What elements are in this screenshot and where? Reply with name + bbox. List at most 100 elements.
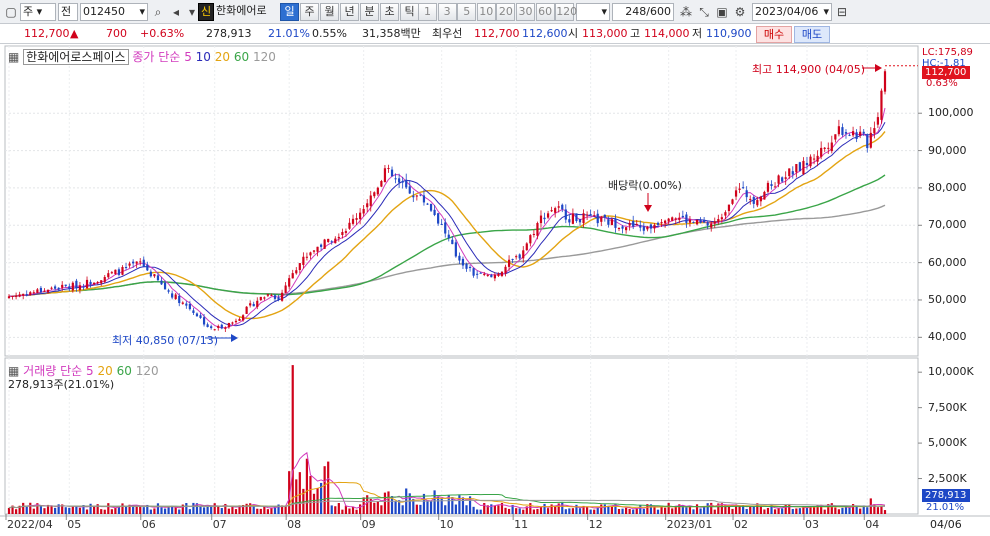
volume-bar — [167, 507, 170, 514]
candle-body — [429, 203, 433, 211]
candle-body — [18, 294, 21, 297]
candle-body — [256, 300, 259, 307]
volume-bar — [256, 508, 259, 514]
ma5-line — [8, 107, 886, 329]
candle-body — [415, 195, 418, 197]
candle-body — [805, 162, 809, 166]
volume-bar — [607, 505, 610, 514]
candle-body — [617, 228, 621, 230]
volume-bar — [266, 509, 269, 514]
candle-body — [585, 214, 589, 216]
candle-body — [710, 223, 713, 228]
candle-body — [518, 254, 521, 259]
candle-body — [507, 259, 511, 267]
price-tick-label: 50,000 — [928, 292, 967, 306]
candle-body — [695, 219, 699, 225]
volume-panel-frame — [4, 357, 919, 515]
candle-body — [724, 212, 727, 216]
candle-body — [160, 280, 163, 285]
candle-body — [288, 278, 291, 287]
time-end-label: 04/06 — [930, 518, 962, 531]
volume-bar — [39, 505, 43, 514]
legend-ma5: 5 — [184, 50, 192, 64]
candle-body — [809, 156, 812, 167]
volume-bar — [713, 509, 716, 514]
candle-body — [43, 290, 46, 292]
candle-body — [461, 258, 465, 266]
candle-body — [284, 285, 287, 293]
vol-tick-label: 10,000K — [928, 365, 974, 379]
volume-bar — [529, 503, 532, 514]
candle-body — [174, 294, 177, 300]
volume-bar — [837, 509, 840, 514]
volume-bar — [738, 505, 741, 514]
volume-bar — [323, 466, 326, 514]
candle-body — [841, 127, 844, 135]
candle-body — [401, 181, 404, 183]
volume-bar — [880, 505, 883, 514]
candle-body — [571, 213, 575, 224]
volume-bar — [43, 508, 46, 514]
candle-body — [770, 184, 773, 186]
volume-bar — [50, 506, 53, 514]
candle-body — [500, 271, 504, 276]
candle-body — [71, 282, 74, 291]
volume-bar — [781, 508, 784, 514]
candle-body — [29, 292, 32, 296]
candle-body — [57, 287, 60, 290]
candle-body — [451, 239, 454, 245]
candle-body — [302, 256, 305, 265]
candle-body — [664, 220, 667, 224]
candle-body — [575, 213, 578, 222]
volume-bar — [156, 503, 160, 514]
candle-body — [252, 303, 255, 307]
legend-name[interactable]: 한화에어로스페이스 — [23, 49, 129, 65]
candle-body — [107, 273, 110, 278]
time-tick-label: 12 — [588, 518, 603, 531]
legend-type: 종가 단순 — [132, 50, 181, 64]
candle-body — [791, 171, 794, 175]
price-volume-chart[interactable] — [0, 0, 990, 536]
candle-body — [820, 147, 823, 157]
candle-body — [596, 213, 599, 224]
volume-bar — [107, 503, 110, 514]
candle-body — [543, 217, 546, 220]
vol-legend-ma60: 60 — [116, 364, 132, 378]
candle-body — [405, 179, 408, 188]
volume-bar — [451, 497, 454, 514]
candle-body — [124, 267, 128, 269]
candle-body — [355, 218, 358, 220]
price-tag-pct: 0.63% — [926, 78, 958, 89]
candle-body — [305, 256, 309, 258]
candle-body — [249, 303, 252, 306]
candle-body — [607, 219, 610, 225]
volume-bar — [507, 508, 511, 514]
candle-body — [217, 325, 220, 328]
volume-bar — [642, 508, 645, 514]
candle-body — [734, 190, 738, 197]
volume-bar — [89, 503, 92, 514]
volume-bar — [671, 508, 674, 514]
candle-body — [706, 222, 709, 226]
candle-body — [777, 175, 780, 184]
candle-body — [532, 233, 535, 235]
price-legend: ▦ 한화에어로스페이스 종가 단순 5 10 20 60 120 — [8, 49, 276, 65]
candle-body — [362, 208, 365, 214]
volume-tag-pct: 21.01% — [926, 502, 965, 513]
candle-body — [146, 264, 149, 271]
volume-bar — [298, 472, 301, 514]
volume-bar — [121, 503, 124, 514]
candle-body — [795, 164, 798, 173]
volume-bar — [135, 505, 138, 514]
volume-bar — [617, 508, 621, 514]
candle-body — [511, 258, 514, 260]
candle-body — [78, 285, 82, 290]
volume-bar — [493, 505, 496, 514]
volume-bar — [64, 507, 67, 514]
candle-body — [554, 208, 557, 213]
volume-bar — [124, 506, 128, 514]
candle-body — [468, 266, 472, 268]
volume-bar — [688, 506, 692, 514]
candle-body — [731, 199, 734, 204]
candle-body — [195, 313, 199, 317]
